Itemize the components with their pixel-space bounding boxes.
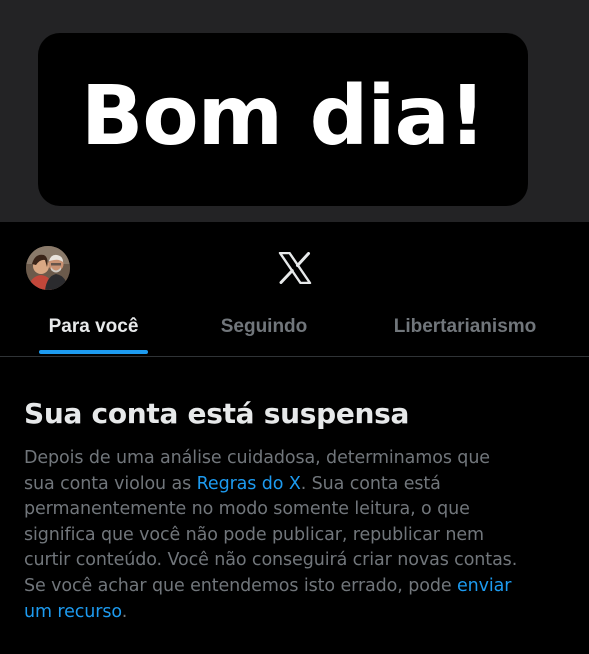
notice-body-end: . xyxy=(121,601,128,622)
tab-seguindo[interactable]: Seguindo xyxy=(186,306,342,356)
suspension-notice: Sua conta está suspensa Depois de uma an… xyxy=(24,394,569,625)
x-logo-icon[interactable] xyxy=(278,251,312,285)
image-area: Bom dia! xyxy=(0,0,589,222)
caption-box: Bom dia! xyxy=(38,33,528,206)
caption-text: Bom dia! xyxy=(80,68,486,164)
tab-para-voce[interactable]: Para você xyxy=(16,306,171,356)
timeline-tabs: Para você Seguindo Libertarianismo xyxy=(0,306,589,356)
profile-avatar[interactable] xyxy=(26,246,70,290)
screen: Bom dia! Para você Seguindo Libertariani… xyxy=(0,0,589,654)
active-tab-indicator xyxy=(39,350,148,354)
tab-libertarianismo[interactable]: Libertarianismo xyxy=(372,306,558,356)
notice-title: Sua conta está suspensa xyxy=(24,397,410,430)
notice-body: Depois de uma análise cuidadosa, determi… xyxy=(24,446,569,625)
app-header: Para você Seguindo Libertarianismo xyxy=(0,222,589,357)
rules-link[interactable]: Regras do X xyxy=(197,474,301,494)
